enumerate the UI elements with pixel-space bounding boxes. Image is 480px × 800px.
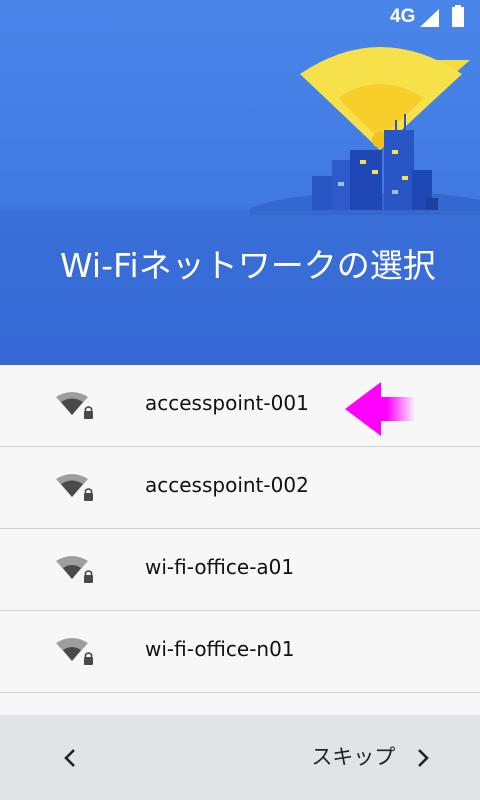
network-ssid: wi-fi-office-a01 bbox=[145, 555, 295, 579]
header: 4G Wi-Fiネットワークの選択 bbox=[0, 0, 480, 365]
wifi-locked-icon bbox=[56, 638, 93, 665]
chevron-left-icon bbox=[64, 748, 75, 767]
network-list: accesspoint-001 accesspoint-002 wi-fi-of… bbox=[0, 365, 480, 715]
status-bar: 4G bbox=[0, 0, 480, 36]
chevron-right-icon bbox=[418, 749, 429, 767]
signal-icon bbox=[420, 9, 439, 27]
wifi-locked-icon bbox=[56, 556, 93, 583]
network-row[interactable]: wi-fi-office-n01 bbox=[0, 611, 480, 693]
network-row[interactable]: accesspoint-002 bbox=[0, 447, 480, 529]
network-row[interactable]: wi-fi-office-a01 bbox=[0, 529, 480, 611]
back-button[interactable] bbox=[50, 737, 90, 777]
network-ssid: accesspoint-001 bbox=[145, 391, 309, 415]
skip-button[interactable]: スキップ bbox=[311, 737, 430, 777]
battery-icon bbox=[452, 5, 464, 27]
footer-nav: スキップ bbox=[0, 715, 480, 800]
skip-label: スキップ bbox=[311, 745, 396, 769]
page-title: Wi-Fiネットワークの選択 bbox=[60, 246, 436, 285]
network-type: 4G bbox=[390, 6, 416, 27]
wifi-locked-icon bbox=[56, 474, 93, 501]
network-ssid: wi-fi-office-n01 bbox=[145, 637, 295, 661]
highlight-arrow-icon bbox=[345, 382, 415, 436]
wifi-locked-icon bbox=[56, 392, 93, 419]
city-wifi-illustration bbox=[250, 47, 480, 215]
network-row[interactable]: accesspoint-001 bbox=[0, 365, 480, 447]
network-ssid: accesspoint-002 bbox=[145, 473, 309, 497]
